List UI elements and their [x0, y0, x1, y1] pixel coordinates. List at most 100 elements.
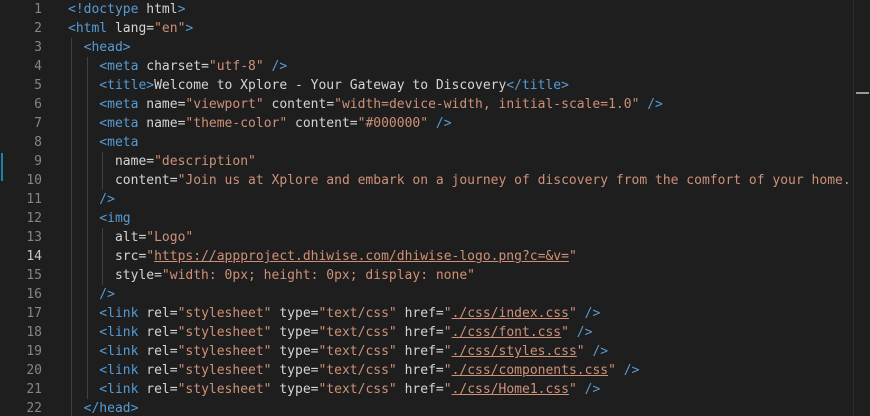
- code-token: =: [169, 173, 178, 188]
- code-token: charset: [146, 59, 202, 74]
- code-token: "text/css": [318, 306, 397, 321]
- code-token: "stylesheet": [177, 382, 272, 397]
- code-text-area[interactable]: <!doctype html> <html lang="en"> <head> <…: [56, 0, 854, 416]
- line-number: 12: [26, 211, 42, 226]
- indent-guide: [71, 38, 72, 416]
- code-line[interactable]: name="description": [68, 152, 256, 171]
- line-number: 2: [34, 21, 42, 36]
- code-token: =: [146, 154, 155, 169]
- code-token: "stylesheet": [177, 344, 272, 359]
- code-token: "en": [154, 21, 186, 36]
- code-token: ./css/Home1.css: [451, 382, 569, 397]
- code-token: ": [146, 249, 155, 264]
- code-token: content: [68, 173, 170, 188]
- code-token: ./css/styles.css: [451, 344, 577, 359]
- code-token: "text/css": [318, 382, 397, 397]
- line-number: 1: [34, 2, 42, 17]
- code-token: ": [608, 363, 616, 378]
- code-token: ": [443, 382, 452, 397]
- line-number: 6: [34, 97, 42, 112]
- code-token: />: [68, 287, 115, 302]
- line-number: 16: [26, 287, 42, 302]
- code-token: "Join us at Xplore and embark on a journ…: [177, 173, 854, 188]
- code-line[interactable]: <link rel="stylesheet" type="text/css" h…: [68, 380, 600, 399]
- code-editor[interactable]: 1 2 3 4 5 6 7 8 9 10 11 12 13 14 15 16 17 18 19 20 21 22 <!do…: [0, 0, 870, 416]
- code-line[interactable]: <link rel="stylesheet" type="text/css" h…: [68, 342, 608, 361]
- line-number: 17: [26, 306, 42, 321]
- code-token: href: [396, 382, 436, 397]
- code-token: "Logo": [146, 230, 194, 245]
- code-token: />: [639, 97, 663, 112]
- code-token: =: [169, 363, 178, 378]
- code-token: ": [576, 344, 585, 359]
- code-token: content: [287, 116, 350, 131]
- code-token: </title>: [506, 78, 569, 93]
- code-line[interactable]: <link rel="stylesheet" type="text/css" h…: [68, 304, 600, 323]
- code-line[interactable]: style="width: 0px; height: 0px; display:…: [68, 266, 475, 285]
- code-line[interactable]: <title>Welcome to Xplore - Your Gateway …: [68, 76, 569, 95]
- code-token: type: [271, 363, 311, 378]
- code-token: =: [326, 97, 335, 112]
- code-token: </head>: [68, 401, 139, 416]
- code-token: "description": [154, 154, 256, 169]
- vertical-scrollbar[interactable]: [853, 0, 870, 416]
- code-token: =: [146, 21, 155, 36]
- code-token: "theme-color": [185, 116, 288, 131]
- code-token: <title>: [68, 78, 155, 93]
- code-line[interactable]: <link rel="stylesheet" type="text/css" h…: [68, 323, 592, 342]
- code-token: type: [271, 382, 311, 397]
- code-token: =: [169, 306, 178, 321]
- code-line[interactable]: </head>: [68, 399, 139, 416]
- code-token: "text/css": [318, 363, 397, 378]
- code-line[interactable]: <meta: [68, 133, 138, 152]
- code-token: ": [568, 249, 577, 264]
- code-token: rel: [146, 363, 170, 378]
- code-token: "stylesheet": [177, 306, 272, 321]
- code-line[interactable]: content="Join us at Xplore and embark on…: [68, 171, 854, 190]
- scrollbar-thumb[interactable]: [856, 92, 869, 94]
- indent-guide: [102, 152, 104, 190]
- code-line[interactable]: <head>: [68, 38, 131, 57]
- code-line[interactable]: <link rel="stylesheet" type="text/css" h…: [68, 361, 639, 380]
- code-line[interactable]: <img: [68, 209, 130, 228]
- code-token: ": [561, 325, 569, 340]
- code-token: rel: [146, 325, 170, 340]
- code-line[interactable]: <!doctype html>: [68, 0, 185, 19]
- code-token: ./css/index.css: [451, 306, 569, 321]
- code-token: content: [263, 97, 327, 112]
- code-token: >: [185, 21, 194, 36]
- code-line[interactable]: <html lang="en">: [68, 19, 193, 38]
- code-line[interactable]: />: [68, 285, 115, 304]
- code-token: ": [568, 306, 577, 321]
- code-token: =: [169, 344, 178, 359]
- line-number: 20: [26, 363, 42, 378]
- code-token: "utf-8": [208, 59, 264, 74]
- line-number: 15: [26, 268, 42, 283]
- code-token: lang: [114, 21, 147, 36]
- line-number: 14: [26, 249, 42, 264]
- line-number-gutter: 1 2 3 4 5 6 7 8 9 10 11 12 13 14 15 16 17 18 19 20 21 22: [0, 0, 56, 416]
- code-token: =: [435, 306, 444, 321]
- line-number: 13: [26, 230, 42, 245]
- code-line[interactable]: src="https://appproject.dhiwise.com/dhiw…: [68, 247, 577, 266]
- code-token: https://appproject.dhiwise.com/dhiwise-l…: [154, 249, 569, 264]
- code-token: <link: [68, 363, 147, 378]
- code-token: "stylesheet": [177, 325, 272, 340]
- code-token: src: [68, 249, 139, 264]
- code-token: "#000000": [357, 116, 429, 131]
- code-token: =: [169, 382, 178, 397]
- indent-guide: [102, 228, 104, 285]
- code-line[interactable]: <meta charset="utf-8" />: [68, 57, 287, 76]
- code-token: rel: [146, 306, 170, 321]
- modified-line-marker: [1, 153, 3, 181]
- code-token: >: [177, 2, 186, 17]
- code-token: ": [568, 382, 577, 397]
- code-line[interactable]: />: [68, 190, 115, 209]
- code-line[interactable]: <meta name="viewport" content="width=dev…: [68, 95, 663, 114]
- code-line[interactable]: <meta name="theme-color" content="#00000…: [68, 114, 451, 133]
- code-token: rel: [146, 344, 170, 359]
- code-token: ": [443, 344, 452, 359]
- code-token: href: [396, 325, 436, 340]
- indent-guide: [86, 57, 88, 399]
- code-token: <head>: [68, 40, 131, 55]
